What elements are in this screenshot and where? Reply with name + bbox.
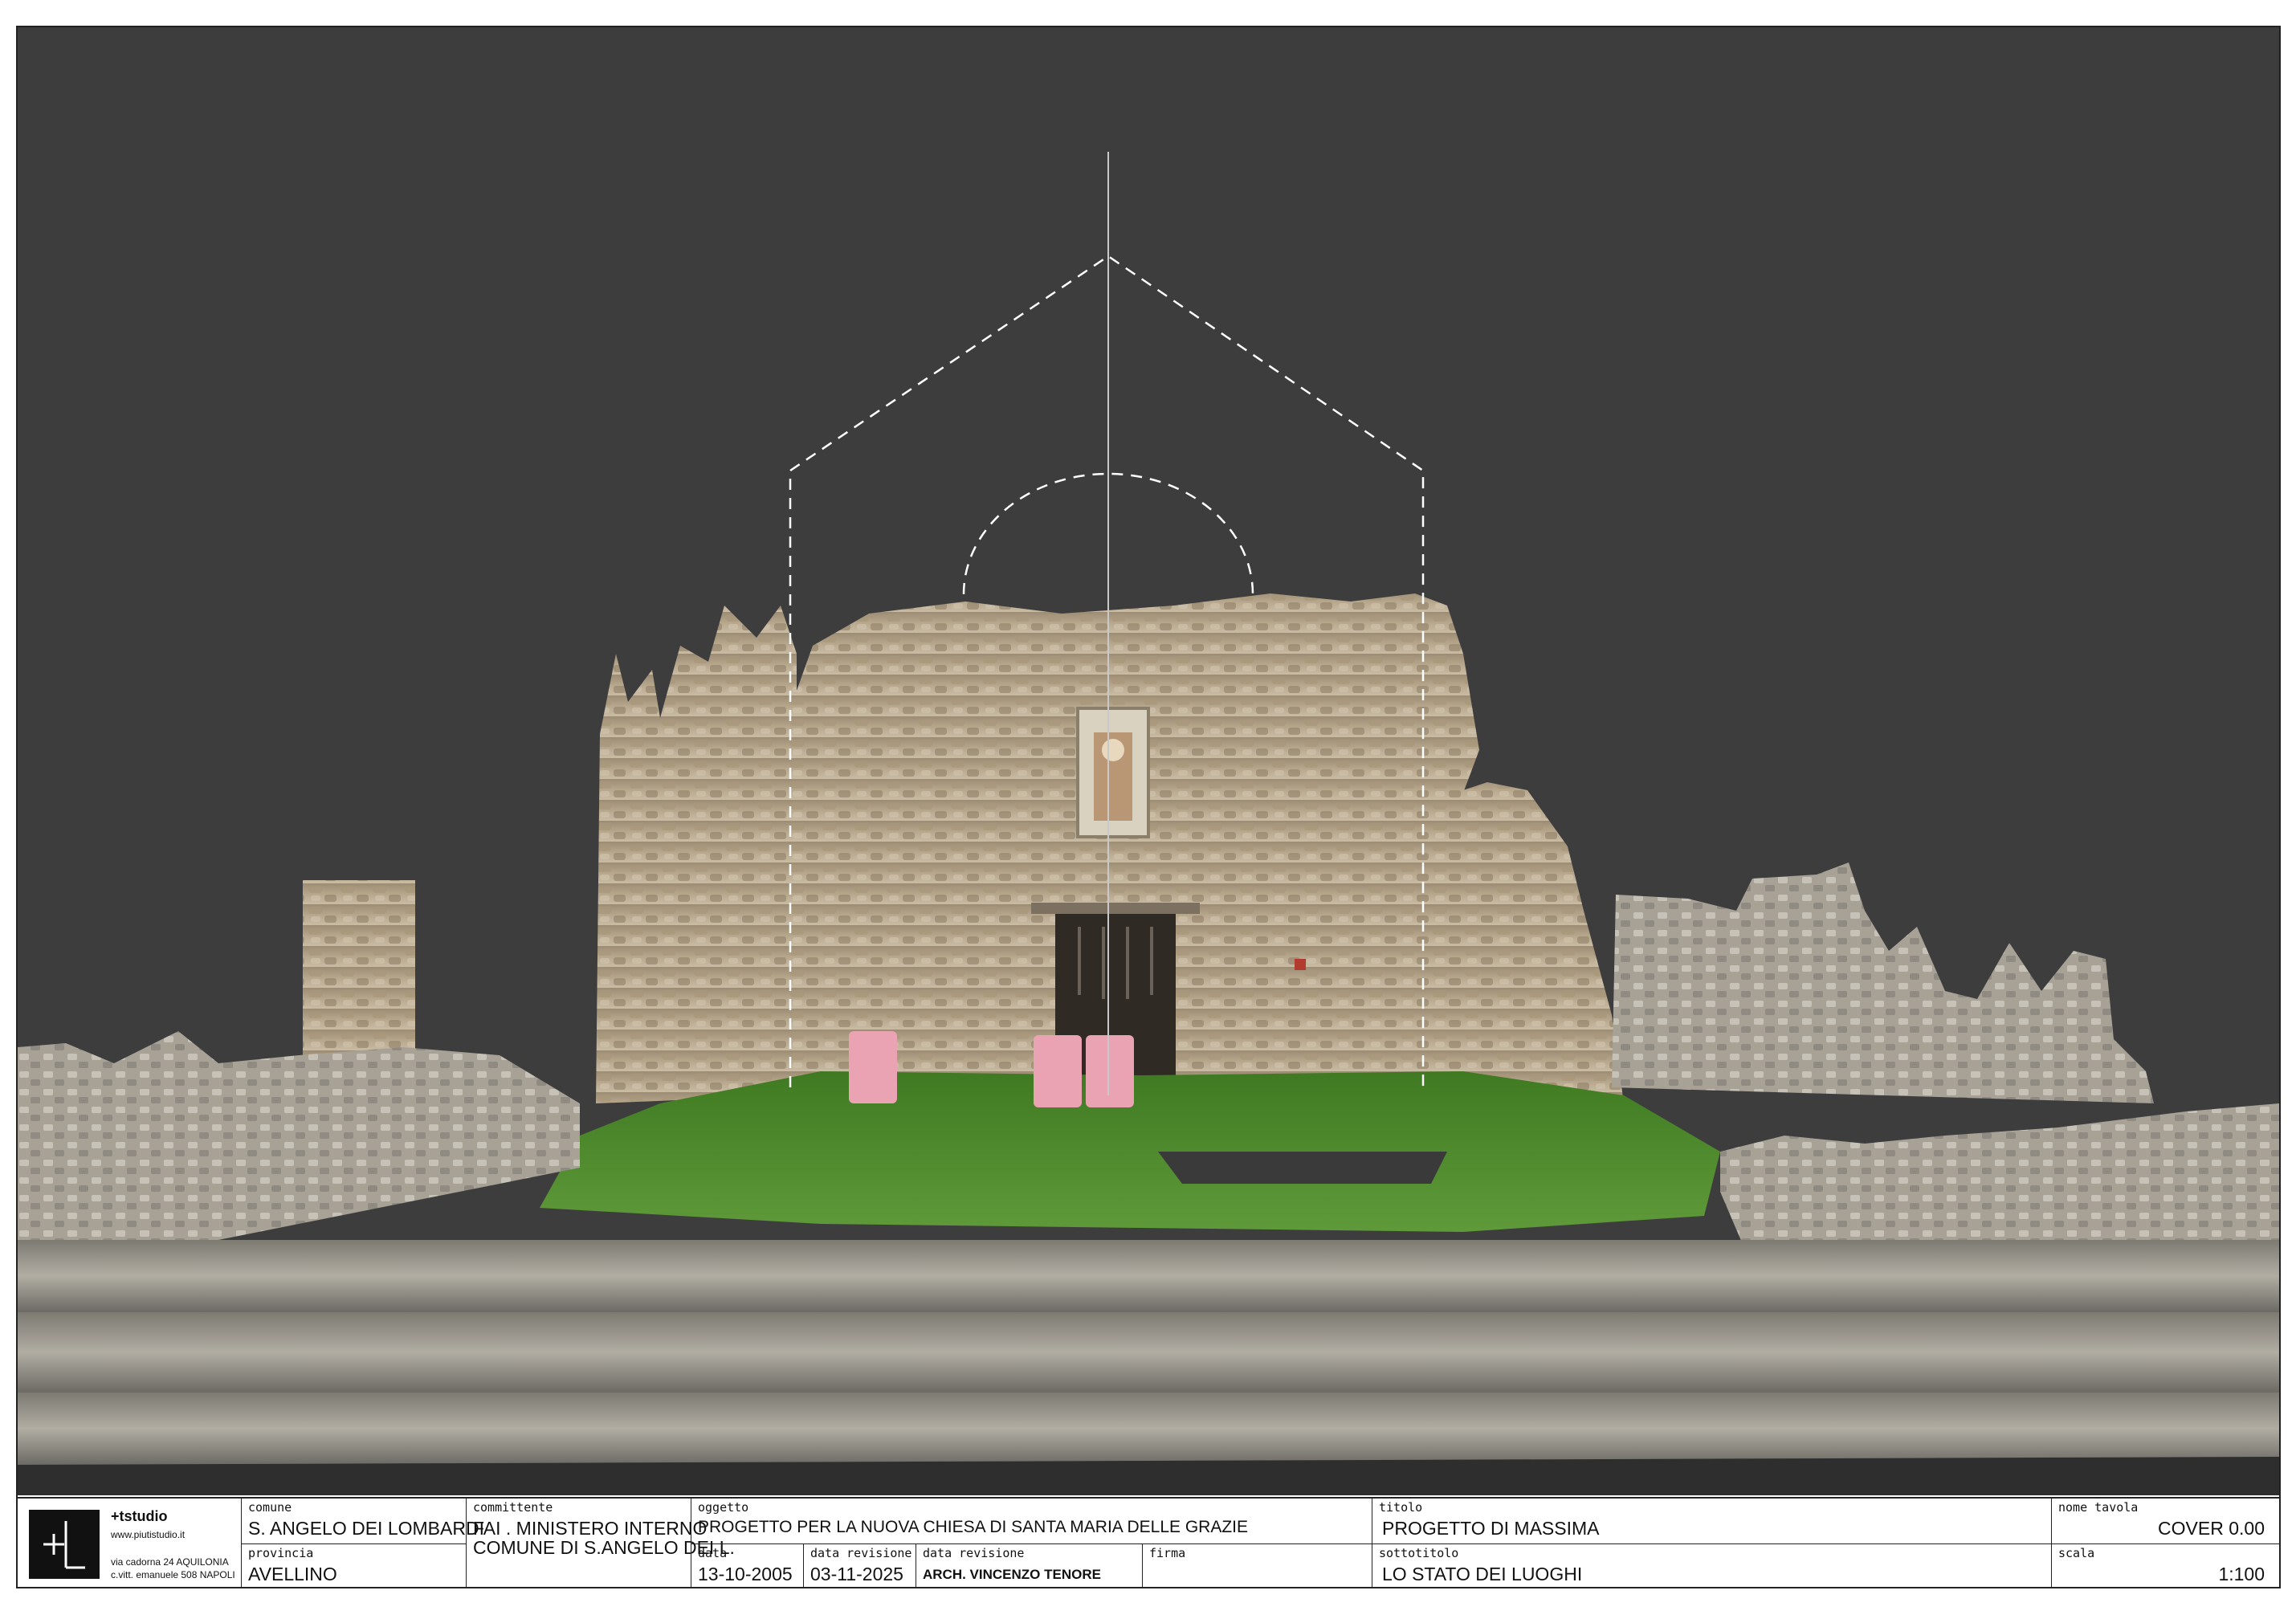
title-block: +tstudio www.piutistudio.it via cadorna …	[18, 1497, 2279, 1587]
sottotitolo-label: sottotitolo	[1379, 1546, 1459, 1560]
plus-t-logo-icon	[29, 1510, 100, 1579]
church-ruins-illustration	[18, 152, 2279, 1495]
left-tower-ruin	[596, 606, 797, 1103]
stone-step-lower	[18, 1393, 2279, 1465]
right-rubble	[1720, 1103, 2279, 1248]
firma-label: firma	[1149, 1546, 1186, 1560]
firma-cell: firma	[1142, 1543, 1372, 1587]
data-cell: data 13-10-2005	[691, 1543, 803, 1587]
pink-block-left	[849, 1031, 897, 1103]
nome-tavola-cell: nome tavola COVER 0.00	[2051, 1499, 2279, 1543]
right-buttress-ruin	[1431, 782, 1624, 1103]
sottotitolo-value: LO STATO DEI LUOGHI	[1382, 1564, 1583, 1584]
studio-address-1: via cadorna 24 AQUILONIA	[111, 1556, 229, 1568]
data-value: 13-10-2005	[698, 1564, 793, 1584]
door-lintel	[1031, 903, 1200, 914]
progettista-cell: data revisione ARCH. VINCENZO TENORE	[916, 1543, 1142, 1587]
scala-value: 1:100	[2218, 1564, 2265, 1584]
comune-label: comune	[248, 1500, 292, 1515]
left-rubble	[18, 1031, 580, 1240]
titolo-value: PROGETTO DI MASSIMA	[1382, 1518, 1600, 1539]
left-pillar-ruin	[303, 880, 415, 1073]
comune-value: S. ANGELO DEI LOMBARDI	[248, 1518, 484, 1539]
pink-block-center	[1034, 1035, 1082, 1107]
scala-cell: scala 1:100	[2051, 1543, 2279, 1587]
committente-line1: FAI . MINISTERO INTERNO	[473, 1518, 708, 1539]
provincia-label: provincia	[248, 1546, 314, 1560]
nome-tavola-value: COVER 0.00	[2158, 1518, 2265, 1539]
titolo-cell: titolo PROGETTO DI MASSIMA	[1372, 1499, 2051, 1543]
sottotitolo-cell: sottotitolo LO STATO DEI LUOGHI	[1372, 1543, 2051, 1587]
data-label: data	[698, 1546, 728, 1560]
committente-cell: committente FAI . MINISTERO INTERNO COMU…	[466, 1499, 735, 1587]
stone-step-middle	[18, 1312, 2279, 1393]
drawing-sheet: +tstudio www.piutistudio.it via cadorna …	[16, 26, 2281, 1588]
oggetto-cell: oggetto PROGETTO PER LA NUOVA CHIESA DI …	[691, 1499, 1372, 1543]
committente-label: committente	[473, 1500, 553, 1515]
studio-name: +tstudio	[111, 1508, 168, 1524]
comune-cell: comune S. ANGELO DEI LOMBARDI	[241, 1499, 484, 1543]
right-wall-ruin	[1612, 862, 2154, 1103]
oggetto-value: PROGETTO PER LA NUOVA CHIESA DI SANTA MA…	[698, 1518, 1249, 1536]
studio-website[interactable]: www.piutistudio.it	[111, 1529, 185, 1540]
provincia-cell: provincia AVELLINO	[241, 1543, 466, 1587]
progettista-value: ARCH. VINCENZO TENORE	[923, 1567, 1101, 1582]
data-revisione-cell: data revisione 03-11-2025	[803, 1543, 916, 1587]
nome-tavola-label: nome tavola	[2058, 1500, 2139, 1515]
titolo-label: titolo	[1379, 1500, 1423, 1515]
photogrammetry-elevation-view	[18, 27, 2279, 1495]
studio-cell: +tstudio www.piutistudio.it via cadorna …	[18, 1499, 241, 1587]
stone-step-upper	[18, 1240, 2279, 1312]
studio-address-2: c.vitt. emanuele 508 NAPOLI	[111, 1569, 235, 1580]
data-revisione2-label: data revisione	[923, 1546, 1025, 1560]
pink-block-right	[1086, 1035, 1134, 1107]
provincia-value: AVELLINO	[248, 1564, 337, 1584]
scala-label: scala	[2058, 1546, 2095, 1560]
data-revisione-label: data revisione	[810, 1546, 912, 1560]
data-revisione-value: 03-11-2025	[810, 1564, 903, 1584]
oggetto-label: oggetto	[698, 1500, 749, 1515]
